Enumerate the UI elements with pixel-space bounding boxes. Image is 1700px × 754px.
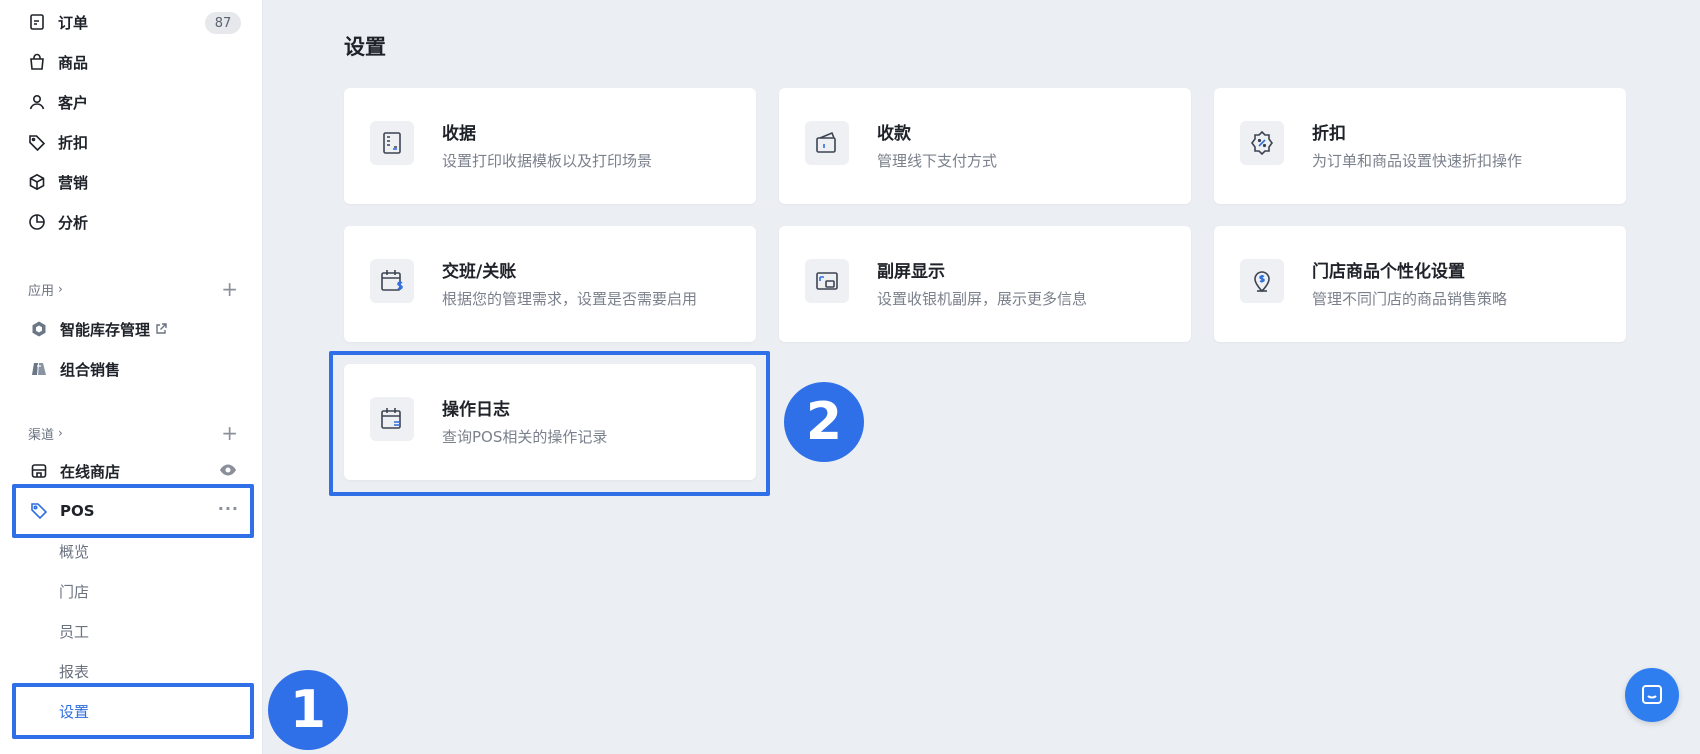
receipt-icon [370,121,414,165]
card-description: 设置打印收据模板以及打印场景 [442,152,653,170]
sidebar-item-orders[interactable]: 订单 87 [0,4,263,40]
pos-subitem-overview[interactable]: 概览 [59,536,89,566]
card-title: 交班/关账 [442,262,517,282]
card-description: 管理不同门店的商品销售策略 [1312,290,1508,308]
chat-support-button[interactable] [1625,668,1679,722]
settings-highlight-box [12,683,254,739]
card-title: 门店商品个性化设置 [1312,262,1465,282]
bag-icon [28,53,46,71]
card-title: 收据 [442,124,476,144]
sidebar-item-label: 营销 [58,173,89,192]
pos-subitem-stores[interactable]: 门店 [59,576,89,606]
page-title: 设置 [344,35,386,59]
card-title: 折扣 [1312,124,1346,144]
location-dollar-icon [1240,259,1284,303]
add-channel-button[interactable]: + [221,421,238,445]
card-description: 为订单和商品设置快速折扣操作 [1312,152,1523,170]
sidebar-item-discounts[interactable]: 折扣 [0,124,263,160]
pie-chart-icon [28,213,46,231]
sidebar: 订单 87 商品 客户 折扣 营销 分析 应用 › + 智能库存管理 组合销售 … [0,0,263,754]
order-icon [28,13,46,31]
sidebar-item-customers[interactable]: 客户 [0,84,263,120]
sidebar-item-label: 客户 [58,93,89,112]
pos-subitem-reports[interactable]: 报表 [59,656,89,686]
sidebar-item-bundle-sales[interactable]: 组合销售 [0,351,263,387]
user-icon [28,93,46,111]
card-description: 根据您的管理需求，设置是否需要启用 [442,290,698,308]
sidebar-item-inventory[interactable]: 智能库存管理 [0,311,263,347]
settings-card-store-products[interactable]: 门店商品个性化设置 管理不同门店的商品销售策略 [1214,226,1626,342]
sidebar-item-label: 分析 [58,213,89,232]
pos-subitem-staff[interactable]: 员工 [59,616,89,646]
bundle-icon [30,360,48,378]
step-marker-1: 1 [268,670,348,750]
sidebar-item-label: 在线商店 [60,462,121,481]
second-screen-icon [805,259,849,303]
eye-icon[interactable] [219,463,237,479]
sidebar-item-analytics[interactable]: 分析 [0,204,263,240]
channels-section-label: 渠道 [28,427,55,443]
apps-section-label: 应用 [28,283,55,299]
calendar-dollar-icon [370,259,414,303]
settings-card-receipt[interactable]: 收据 设置打印收据模板以及打印场景 [344,88,756,204]
sidebar-item-label: 商品 [58,53,89,72]
operation-log-highlight-box [329,351,770,496]
cube-icon [28,173,46,191]
card-title: 副屏显示 [877,262,945,282]
tag-icon [28,133,46,151]
settings-card-payment[interactable]: 收款 管理线下支付方式 [779,88,1191,204]
sidebar-item-marketing[interactable]: 营销 [0,164,263,200]
sidebar-item-label: 组合销售 [60,360,121,379]
sidebar-item-products[interactable]: 商品 [0,44,263,80]
store-icon [30,462,48,480]
step-marker-2: 2 [784,382,864,462]
apps-section-header[interactable]: 应用 › + [28,277,238,301]
inventory-icon [30,320,48,338]
card-description: 设置收银机副屏，展示更多信息 [877,290,1088,308]
sidebar-item-label: 智能库存管理 [60,320,151,339]
pos-highlight-box [12,484,254,538]
orders-count-badge: 87 [205,12,241,34]
settings-card-shift-close[interactable]: 交班/关账 根据您的管理需求，设置是否需要启用 [344,226,756,342]
channels-section-header[interactable]: 渠道 › + [28,421,238,445]
chevron-right-icon: › [58,426,63,440]
card-description: 管理线下支付方式 [877,152,998,170]
add-app-button[interactable]: + [221,277,238,301]
settings-card-second-screen[interactable]: 副屏显示 设置收银机副屏，展示更多信息 [779,226,1191,342]
sidebar-item-label: 订单 [58,13,89,32]
chevron-right-icon: › [58,282,63,296]
wallet-icon [805,121,849,165]
chat-icon [1639,682,1665,708]
external-link-icon[interactable] [154,322,168,336]
card-title: 收款 [877,124,911,144]
sidebar-item-label: 折扣 [58,133,89,152]
discount-badge-icon [1240,121,1284,165]
settings-card-discount[interactable]: 折扣 为订单和商品设置快速折扣操作 [1214,88,1626,204]
